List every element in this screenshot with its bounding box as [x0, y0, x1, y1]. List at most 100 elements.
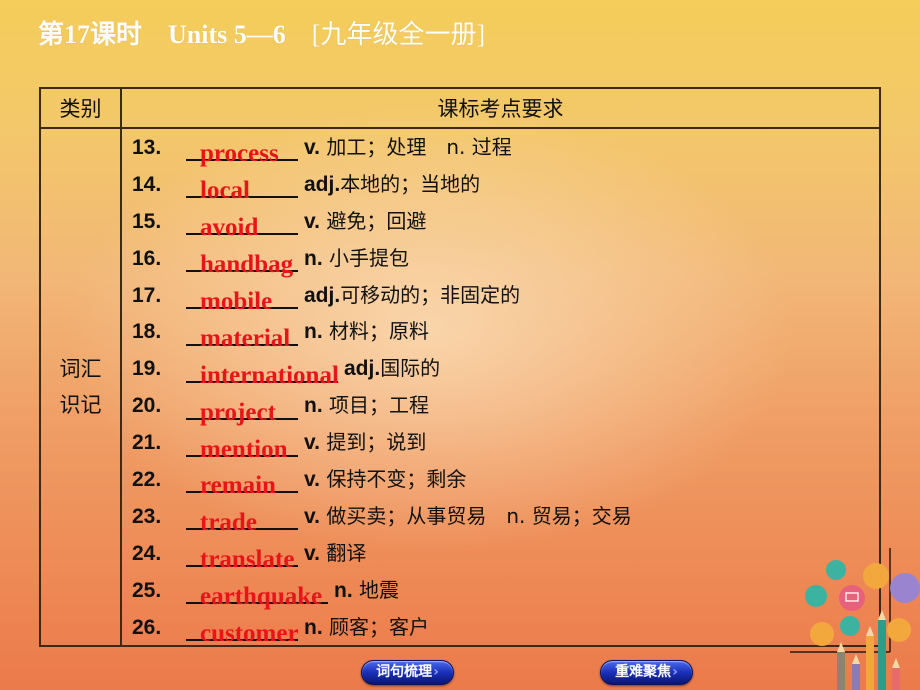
vocab-item: 24. translate v. 翻译 — [122, 535, 879, 573]
title-units: Units 5—6 — [168, 20, 286, 49]
part-of-speech: v. — [304, 431, 320, 455]
meaning: 避免；回避 — [319, 208, 427, 233]
table-body-row: 词汇 识记 13. process v. 加工；处理 n. 过程 14. local ad… — [39, 126, 881, 648]
meaning: 翻译 — [319, 540, 367, 565]
vocab-item: 17. mobile adj.可移动的；非固定的 — [122, 277, 879, 315]
vocab-item: 15. avoid v. 避免；回避 — [122, 203, 879, 241]
meaning: 做买卖；从事贸易 n. 贸易；交易 — [319, 503, 632, 528]
item-number: 20. — [132, 394, 162, 418]
item-number: 17. — [132, 283, 162, 307]
abc-bubble-icon — [810, 622, 834, 646]
answer-blank: handbag — [186, 240, 298, 278]
vocab-review-label: 词句梳理 — [376, 664, 433, 680]
flask-bubble-icon — [890, 573, 920, 603]
part-of-speech: adj. — [344, 357, 381, 381]
category-cell: 词汇 识记 — [39, 126, 122, 648]
answer-blank: remain — [186, 461, 298, 499]
part-of-speech: n. — [304, 394, 323, 418]
answer-blank: mobile — [186, 277, 298, 315]
slide-title: 第17课时 Units 5—6 [九年级全一册] — [38, 14, 485, 51]
part-of-speech: v. — [304, 504, 320, 528]
answer-blank: customer — [186, 609, 299, 647]
title-book: [九年级全一册] — [311, 20, 486, 49]
meaning: 提到；说到 — [319, 430, 427, 455]
key-points-button[interactable]: 重难聚焦› — [600, 660, 693, 685]
meaning: 材料；原料 — [322, 319, 430, 344]
item-number: 15. — [132, 209, 162, 233]
math-bubble-icon — [887, 618, 911, 642]
chevron-right-icon: › — [672, 664, 678, 680]
pencil-tip — [837, 642, 845, 652]
item-number: 26. — [132, 615, 162, 639]
item-number: 13. — [132, 136, 162, 159]
item-number: 14. — [132, 172, 162, 196]
bubble-icon — [826, 560, 846, 580]
pencil-icon — [892, 668, 900, 690]
meaning: 本地的；当地的 — [340, 171, 481, 196]
answer-blank: earthquake — [186, 572, 328, 610]
vocab-item: 13. process v. 加工；处理 n. 过程 — [122, 129, 879, 167]
answer-blank: local — [186, 166, 298, 204]
answer-blank: material — [186, 314, 298, 352]
header-category: 类别 — [39, 87, 122, 129]
vocab-item: 22. remain v. 保持不变；剩余 — [122, 461, 879, 499]
vocab-item: 26. customer n. 顾客；客户 — [122, 609, 879, 647]
vocab-table: 类别 课标考点要求 词汇 识记 13. process v. 加工；处理 n. 过程… — [39, 87, 881, 648]
item-number: 24. — [132, 541, 162, 565]
answer-blank: avoid — [186, 203, 298, 241]
pencil-icon — [866, 636, 874, 690]
answer-blank: process — [186, 129, 298, 167]
item-number: 21. — [132, 431, 162, 455]
pencil-tip — [878, 610, 886, 620]
meaning: 加工；处理 n. 过程 — [319, 135, 512, 159]
meaning: 项目；工程 — [322, 393, 430, 418]
part-of-speech: v. — [304, 209, 320, 233]
meaning: 小手提包 — [322, 245, 410, 270]
computer-bubble-icon — [839, 585, 865, 611]
pencil-tip — [852, 654, 860, 664]
bubble-icon — [805, 585, 827, 607]
vocab-review-button[interactable]: 词句梳理› — [361, 660, 454, 685]
part-of-speech: adj. — [304, 172, 341, 196]
items-cell: 13. process v. 加工；处理 n. 过程 14. local adj.本地的；… — [120, 126, 881, 648]
key-points-label: 重难聚焦 — [615, 664, 672, 680]
answer-blank: international — [186, 351, 339, 389]
part-of-speech: v. — [304, 541, 320, 565]
item-number: 22. — [132, 468, 162, 492]
dna-bubble-icon — [840, 616, 860, 636]
table-header-row: 类别 课标考点要求 — [39, 87, 881, 129]
item-number: 16. — [132, 246, 162, 270]
item-number: 23. — [132, 504, 162, 528]
vocab-item: 25. earthquake n. 地震 — [122, 572, 879, 610]
education-decoration — [790, 548, 920, 690]
vocab-item: 16. handbag n. 小手提包 — [122, 240, 879, 278]
chevron-right-icon: › — [433, 664, 439, 680]
pencil-tip — [892, 658, 900, 668]
meaning: 可移动的；非固定的 — [340, 282, 521, 307]
vocab-item: 20. project n. 项目；工程 — [122, 387, 879, 426]
vocab-item: 23. trade v. 做买卖；从事贸易 n. 贸易；交易 — [122, 498, 879, 536]
vocab-item: 18. material n. 材料；原料 — [122, 313, 879, 352]
meaning: 顾客；客户 — [322, 614, 430, 639]
answer-word: customer — [200, 620, 299, 648]
meaning: 地震 — [352, 577, 400, 602]
part-of-speech: n. — [334, 578, 353, 602]
part-of-speech: n. — [304, 320, 323, 344]
ruler-bubble-icon — [863, 563, 889, 589]
title-lesson: 第17课时 — [38, 20, 143, 49]
category-line2: 识记 — [59, 393, 102, 418]
header-requirements: 课标考点要求 — [120, 87, 881, 129]
pencil-icon — [837, 652, 845, 690]
part-of-speech: v. — [304, 468, 320, 492]
pencil-icon — [878, 620, 886, 690]
pencil-icon — [852, 664, 860, 690]
part-of-speech: v. — [304, 136, 320, 159]
answer-blank: project — [186, 388, 298, 426]
part-of-speech: n. — [304, 246, 323, 270]
part-of-speech: adj. — [304, 283, 341, 307]
vocab-item: 21. mention v. 提到；说到 — [122, 424, 879, 463]
vocab-item: 14. local adj.本地的；当地的 — [122, 166, 879, 204]
meaning: 保持不变；剩余 — [319, 467, 467, 492]
item-number: 18. — [132, 320, 162, 344]
answer-blank: mention — [186, 425, 298, 463]
